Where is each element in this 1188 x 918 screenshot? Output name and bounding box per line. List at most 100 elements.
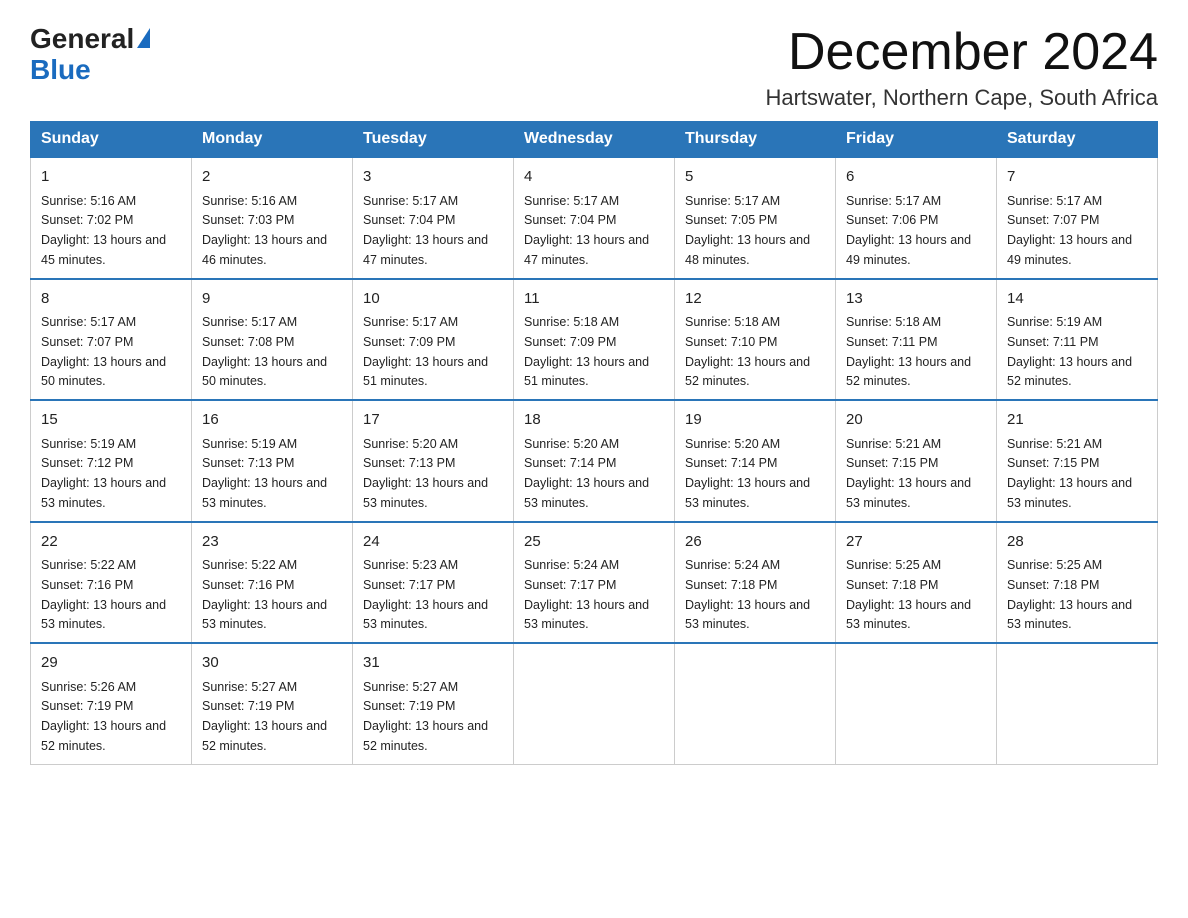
day-cell-1: 1 Sunrise: 5:16 AM Sunset: 7:02 PM Dayli…: [31, 157, 192, 279]
day-number: 23: [202, 531, 342, 554]
page-header: General Blue December 2024 Hartswater, N…: [30, 24, 1158, 111]
day-sunrise: Sunrise: 5:16 AM: [41, 194, 136, 208]
day-number: 7: [1007, 166, 1147, 189]
day-cell-21: 21 Sunrise: 5:21 AM Sunset: 7:15 PM Dayl…: [997, 400, 1158, 522]
day-daylight: Daylight: 13 hours and 53 minutes.: [1007, 598, 1132, 632]
day-sunrise: Sunrise: 5:17 AM: [846, 194, 941, 208]
day-daylight: Daylight: 13 hours and 47 minutes.: [363, 233, 488, 267]
day-sunset: Sunset: 7:14 PM: [685, 456, 777, 470]
title-block: December 2024 Hartswater, Northern Cape,…: [765, 24, 1158, 111]
day-sunrise: Sunrise: 5:17 AM: [524, 194, 619, 208]
day-sunrise: Sunrise: 5:18 AM: [524, 315, 619, 329]
day-cell-23: 23 Sunrise: 5:22 AM Sunset: 7:16 PM Dayl…: [192, 522, 353, 644]
day-number: 11: [524, 288, 664, 311]
calendar-header-row: SundayMondayTuesdayWednesdayThursdayFrid…: [31, 122, 1158, 158]
day-number: 15: [41, 409, 181, 432]
day-sunset: Sunset: 7:18 PM: [846, 578, 938, 592]
day-cell-29: 29 Sunrise: 5:26 AM Sunset: 7:19 PM Dayl…: [31, 643, 192, 764]
day-number: 31: [363, 652, 503, 675]
day-daylight: Daylight: 13 hours and 53 minutes.: [846, 476, 971, 510]
day-daylight: Daylight: 13 hours and 52 minutes.: [363, 719, 488, 753]
day-sunrise: Sunrise: 5:17 AM: [1007, 194, 1102, 208]
day-daylight: Daylight: 13 hours and 53 minutes.: [1007, 476, 1132, 510]
day-sunset: Sunset: 7:19 PM: [202, 699, 294, 713]
day-number: 30: [202, 652, 342, 675]
day-sunrise: Sunrise: 5:22 AM: [41, 558, 136, 572]
day-sunset: Sunset: 7:04 PM: [524, 213, 616, 227]
day-sunset: Sunset: 7:07 PM: [1007, 213, 1099, 227]
day-number: 28: [1007, 531, 1147, 554]
day-cell-5: 5 Sunrise: 5:17 AM Sunset: 7:05 PM Dayli…: [675, 157, 836, 279]
calendar-table: SundayMondayTuesdayWednesdayThursdayFrid…: [30, 121, 1158, 765]
day-cell-4: 4 Sunrise: 5:17 AM Sunset: 7:04 PM Dayli…: [514, 157, 675, 279]
day-cell-30: 30 Sunrise: 5:27 AM Sunset: 7:19 PM Dayl…: [192, 643, 353, 764]
day-number: 29: [41, 652, 181, 675]
header-friday: Friday: [836, 122, 997, 158]
day-number: 10: [363, 288, 503, 311]
day-number: 27: [846, 531, 986, 554]
day-sunrise: Sunrise: 5:21 AM: [1007, 437, 1102, 451]
day-number: 8: [41, 288, 181, 311]
day-sunrise: Sunrise: 5:17 AM: [363, 194, 458, 208]
day-daylight: Daylight: 13 hours and 50 minutes.: [202, 355, 327, 389]
day-number: 20: [846, 409, 986, 432]
day-cell-6: 6 Sunrise: 5:17 AM Sunset: 7:06 PM Dayli…: [836, 157, 997, 279]
day-cell-16: 16 Sunrise: 5:19 AM Sunset: 7:13 PM Dayl…: [192, 400, 353, 522]
header-sunday: Sunday: [31, 122, 192, 158]
day-cell-11: 11 Sunrise: 5:18 AM Sunset: 7:09 PM Dayl…: [514, 279, 675, 401]
logo-blue: Blue: [30, 55, 91, 86]
day-sunset: Sunset: 7:18 PM: [1007, 578, 1099, 592]
day-sunrise: Sunrise: 5:27 AM: [202, 680, 297, 694]
day-sunrise: Sunrise: 5:18 AM: [685, 315, 780, 329]
day-number: 14: [1007, 288, 1147, 311]
day-daylight: Daylight: 13 hours and 49 minutes.: [846, 233, 971, 267]
day-sunrise: Sunrise: 5:21 AM: [846, 437, 941, 451]
day-sunrise: Sunrise: 5:16 AM: [202, 194, 297, 208]
day-sunrise: Sunrise: 5:25 AM: [846, 558, 941, 572]
header-saturday: Saturday: [997, 122, 1158, 158]
day-cell-8: 8 Sunrise: 5:17 AM Sunset: 7:07 PM Dayli…: [31, 279, 192, 401]
day-daylight: Daylight: 13 hours and 52 minutes.: [1007, 355, 1132, 389]
day-sunset: Sunset: 7:17 PM: [524, 578, 616, 592]
day-sunset: Sunset: 7:19 PM: [41, 699, 133, 713]
day-daylight: Daylight: 13 hours and 50 minutes.: [41, 355, 166, 389]
day-sunrise: Sunrise: 5:27 AM: [363, 680, 458, 694]
day-number: 19: [685, 409, 825, 432]
day-sunset: Sunset: 7:13 PM: [202, 456, 294, 470]
day-sunset: Sunset: 7:16 PM: [202, 578, 294, 592]
day-sunset: Sunset: 7:04 PM: [363, 213, 455, 227]
day-sunset: Sunset: 7:08 PM: [202, 335, 294, 349]
week-row-3: 15 Sunrise: 5:19 AM Sunset: 7:12 PM Dayl…: [31, 400, 1158, 522]
header-thursday: Thursday: [675, 122, 836, 158]
day-sunset: Sunset: 7:06 PM: [846, 213, 938, 227]
day-number: 16: [202, 409, 342, 432]
day-sunset: Sunset: 7:19 PM: [363, 699, 455, 713]
day-cell-24: 24 Sunrise: 5:23 AM Sunset: 7:17 PM Dayl…: [353, 522, 514, 644]
day-number: 18: [524, 409, 664, 432]
day-sunset: Sunset: 7:14 PM: [524, 456, 616, 470]
header-monday: Monday: [192, 122, 353, 158]
day-sunrise: Sunrise: 5:19 AM: [41, 437, 136, 451]
day-sunrise: Sunrise: 5:26 AM: [41, 680, 136, 694]
day-sunrise: Sunrise: 5:19 AM: [1007, 315, 1102, 329]
day-daylight: Daylight: 13 hours and 53 minutes.: [846, 598, 971, 632]
day-number: 26: [685, 531, 825, 554]
day-sunrise: Sunrise: 5:25 AM: [1007, 558, 1102, 572]
day-cell-14: 14 Sunrise: 5:19 AM Sunset: 7:11 PM Dayl…: [997, 279, 1158, 401]
day-daylight: Daylight: 13 hours and 53 minutes.: [363, 598, 488, 632]
day-daylight: Daylight: 13 hours and 53 minutes.: [685, 476, 810, 510]
day-sunset: Sunset: 7:12 PM: [41, 456, 133, 470]
day-sunset: Sunset: 7:03 PM: [202, 213, 294, 227]
day-sunset: Sunset: 7:13 PM: [363, 456, 455, 470]
day-sunset: Sunset: 7:15 PM: [1007, 456, 1099, 470]
day-number: 5: [685, 166, 825, 189]
header-wednesday: Wednesday: [514, 122, 675, 158]
day-daylight: Daylight: 13 hours and 52 minutes.: [685, 355, 810, 389]
day-daylight: Daylight: 13 hours and 51 minutes.: [363, 355, 488, 389]
day-daylight: Daylight: 13 hours and 46 minutes.: [202, 233, 327, 267]
day-cell-10: 10 Sunrise: 5:17 AM Sunset: 7:09 PM Dayl…: [353, 279, 514, 401]
logo: General Blue: [30, 24, 150, 86]
day-sunset: Sunset: 7:17 PM: [363, 578, 455, 592]
day-number: 3: [363, 166, 503, 189]
day-daylight: Daylight: 13 hours and 53 minutes.: [202, 476, 327, 510]
